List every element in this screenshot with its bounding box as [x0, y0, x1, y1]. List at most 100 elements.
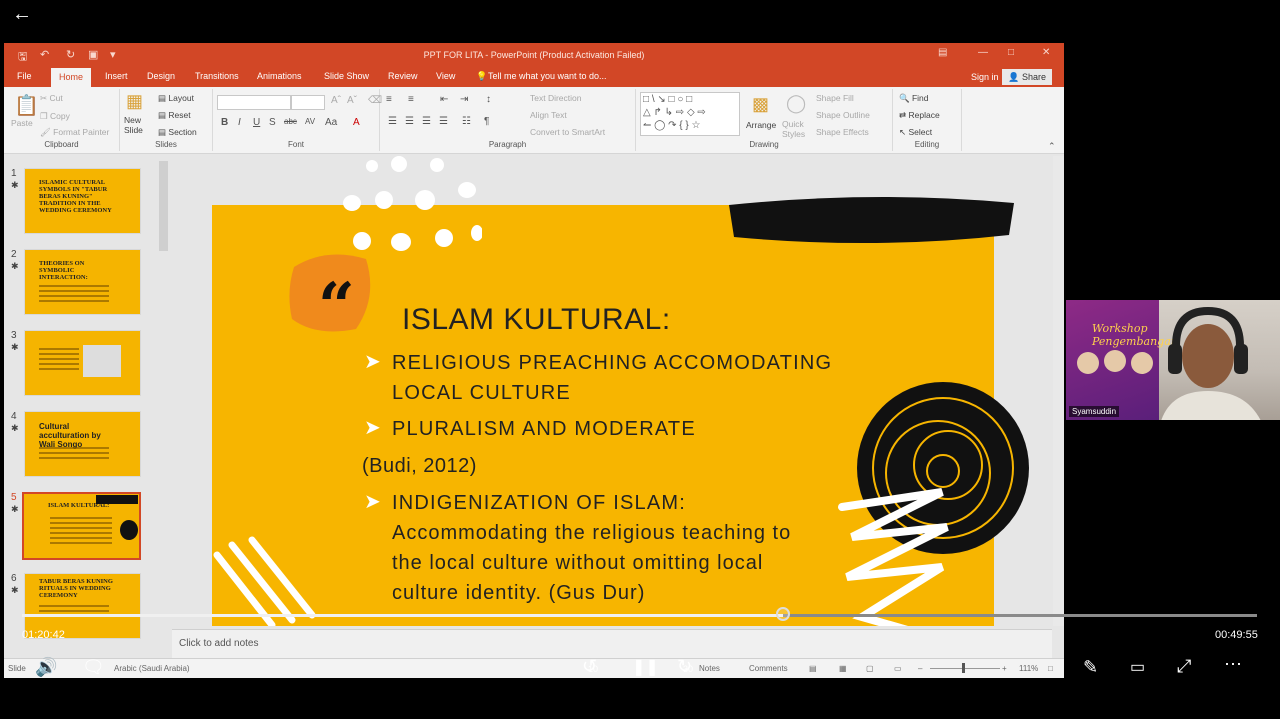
tab-animations[interactable]: Animations [257, 71, 302, 81]
participant-video[interactable]: Workshop Pengembangan Syamsuddin [1066, 300, 1280, 420]
columns-icon[interactable]: ☷ [462, 116, 471, 127]
exit-fullscreen-icon[interactable]: ⤢ [1177, 656, 1191, 677]
copy-button[interactable]: ❐ Copy [40, 111, 70, 122]
collapse-ribbon-icon[interactable]: ⌃ [1048, 141, 1056, 152]
thumbnail-scrollbar[interactable] [159, 161, 168, 251]
quick-styles-icon[interactable]: ◯ [786, 93, 806, 114]
convert-smartart-button[interactable]: Convert to SmartArt [530, 127, 605, 137]
line-spacing-icon[interactable]: ↕ [486, 94, 491, 105]
arrange-icon[interactable]: ▩ [752, 94, 769, 115]
zoom-in-icon[interactable]: + [1002, 664, 1007, 673]
shrink-font-icon[interactable]: Aˇ [347, 95, 357, 106]
rtl-icon[interactable]: ¶ [484, 116, 489, 127]
grow-font-icon[interactable]: Aˆ [331, 95, 341, 106]
reading-view-icon[interactable]: ▢ [866, 664, 874, 673]
ribbon-display-icon[interactable]: ▤ [938, 47, 947, 58]
slide-scrollbar[interactable] [1053, 156, 1064, 626]
comments-toggle[interactable]: Comments [749, 664, 788, 673]
close-icon[interactable]: ✕ [1042, 47, 1050, 58]
slideshow-icon[interactable]: ▭ [894, 664, 902, 673]
tab-file[interactable]: File [17, 71, 32, 81]
rewind-10-button[interactable]: ↺ 10 [582, 656, 606, 680]
zoom-level[interactable]: 111% [1019, 664, 1038, 673]
new-slide-icon[interactable]: ▦ [126, 91, 143, 112]
align-center-icon[interactable]: ☰ [405, 116, 414, 127]
find-button[interactable]: 🔍 Find [899, 93, 929, 104]
paste-icon[interactable]: 📋 [14, 93, 39, 118]
slide-thumbnail-4[interactable]: Cultural acculturation by Wali Songo [24, 411, 141, 477]
change-case-icon[interactable]: Aa [325, 117, 337, 128]
shapes-gallery[interactable]: □ \ ↘ □ ○ □ △ ↱ ↳ ⇨ ◇ ⇨ ↼ ◯ ↷ { } ☆ [640, 92, 740, 136]
tell-me-search[interactable]: Tell me what you want to do... [488, 71, 607, 81]
tab-home[interactable]: Home [51, 68, 92, 87]
fit-slide-icon[interactable]: □ [1048, 664, 1053, 673]
italic-icon[interactable]: I [238, 117, 241, 128]
arrange-button[interactable]: Arrange [746, 120, 776, 130]
tab-view[interactable]: View [436, 71, 455, 81]
back-button[interactable]: ← [12, 4, 32, 24]
shape-fill-button[interactable]: Shape Fill [816, 93, 854, 103]
quick-styles-button[interactable]: Quick Styles [782, 119, 812, 139]
align-right-icon[interactable]: ☰ [422, 116, 431, 127]
zoom-slider-thumb[interactable] [962, 663, 965, 673]
format-painter-button[interactable]: 🖌 Format Painter [40, 127, 109, 138]
increase-indent-icon[interactable]: ⇥ [460, 94, 468, 105]
replace-button[interactable]: ⇄ Replace [899, 110, 940, 121]
shape-effects-button[interactable]: Shape Effects [816, 127, 869, 137]
slide-thumbnail-2[interactable]: THEORIES ON SYMBOLIC INTERACTION: [24, 249, 141, 315]
notes-toggle[interactable]: Notes [699, 664, 720, 673]
captions-icon[interactable]: 🗨 [82, 657, 105, 678]
slide-sorter-icon[interactable]: ▦ [839, 664, 847, 673]
align-left-icon[interactable]: ☰ [388, 116, 397, 127]
pause-icon[interactable]: ❚❚ [632, 657, 659, 677]
minimize-icon[interactable]: — [978, 47, 988, 58]
slide-thumbnail-1[interactable]: ISLAMIC CULTURAL SYMBOLS IN "TABUR BERAS… [24, 168, 141, 234]
font-name-input[interactable] [217, 95, 291, 110]
edit-pencil-icon[interactable]: ✎ [1083, 657, 1098, 678]
tab-review[interactable]: Review [388, 71, 418, 81]
align-text-button[interactable]: Align Text [530, 110, 567, 120]
reset-button[interactable]: ▤ Reset [158, 110, 191, 121]
tab-slide-show[interactable]: Slide Show [324, 71, 369, 81]
cut-button[interactable]: ✂ Cut [40, 93, 63, 104]
notes-pane[interactable]: Click to add notes [172, 629, 1052, 659]
slide-thumbnail-5[interactable]: ISLAM KULTURAL: [22, 492, 141, 560]
new-slide-button[interactable]: New Slide [124, 115, 154, 135]
section-button[interactable]: ▤ Section [158, 127, 197, 138]
numbering-icon[interactable]: ≡ [408, 94, 414, 105]
sign-in-link[interactable]: Sign in [971, 72, 999, 82]
seek-bar-handle[interactable] [775, 607, 790, 621]
shape-outline-button[interactable]: Shape Outline [816, 110, 870, 120]
seek-bar[interactable] [22, 607, 1257, 621]
justify-icon[interactable]: ☰ [439, 116, 448, 127]
share-button[interactable]: 👤 Share [1002, 69, 1052, 85]
bold-icon[interactable]: B [221, 117, 228, 128]
decrease-indent-icon[interactable]: ⇤ [440, 94, 448, 105]
tab-design[interactable]: Design [147, 71, 175, 81]
cast-icon[interactable]: ▭ [1130, 657, 1145, 677]
slide-canvas[interactable]: “ ISLAM KULTURAL: ➤ RELIGIOUS PREACHING … [172, 156, 1052, 626]
maximize-icon[interactable]: □ [1008, 47, 1014, 58]
text-direction-button[interactable]: Text Direction [530, 93, 582, 103]
paste-button[interactable]: Paste [11, 118, 33, 128]
normal-view-icon[interactable]: ▤ [809, 664, 817, 673]
language-indicator[interactable]: Arabic (Saudi Arabia) [114, 664, 190, 673]
spacing-icon[interactable]: AV [305, 117, 315, 126]
strikethrough-icon[interactable]: abc [284, 117, 297, 126]
underline-icon[interactable]: U [253, 117, 260, 128]
select-button[interactable]: ↖ Select [899, 127, 932, 138]
bullets-icon[interactable]: ≡ [386, 94, 392, 105]
font-size-input[interactable] [291, 95, 325, 110]
more-options-icon[interactable]: ⋯ [1224, 654, 1242, 675]
tab-insert[interactable]: Insert [105, 71, 128, 81]
current-slide[interactable]: “ ISLAM KULTURAL: ➤ RELIGIOUS PREACHING … [212, 196, 1029, 626]
shadow-icon[interactable]: S [269, 117, 276, 128]
volume-icon[interactable]: 🔊 [35, 657, 57, 678]
tab-transitions[interactable]: Transitions [195, 71, 239, 81]
zoom-out-icon[interactable]: – [918, 664, 922, 673]
zoom-slider[interactable] [930, 668, 1000, 669]
slide-thumbnail-3[interactable] [24, 330, 141, 396]
forward-30-button[interactable]: ↻ 30 [677, 656, 701, 680]
font-color-icon[interactable]: A [353, 117, 360, 128]
layout-button[interactable]: ▤ Layout [158, 93, 194, 104]
